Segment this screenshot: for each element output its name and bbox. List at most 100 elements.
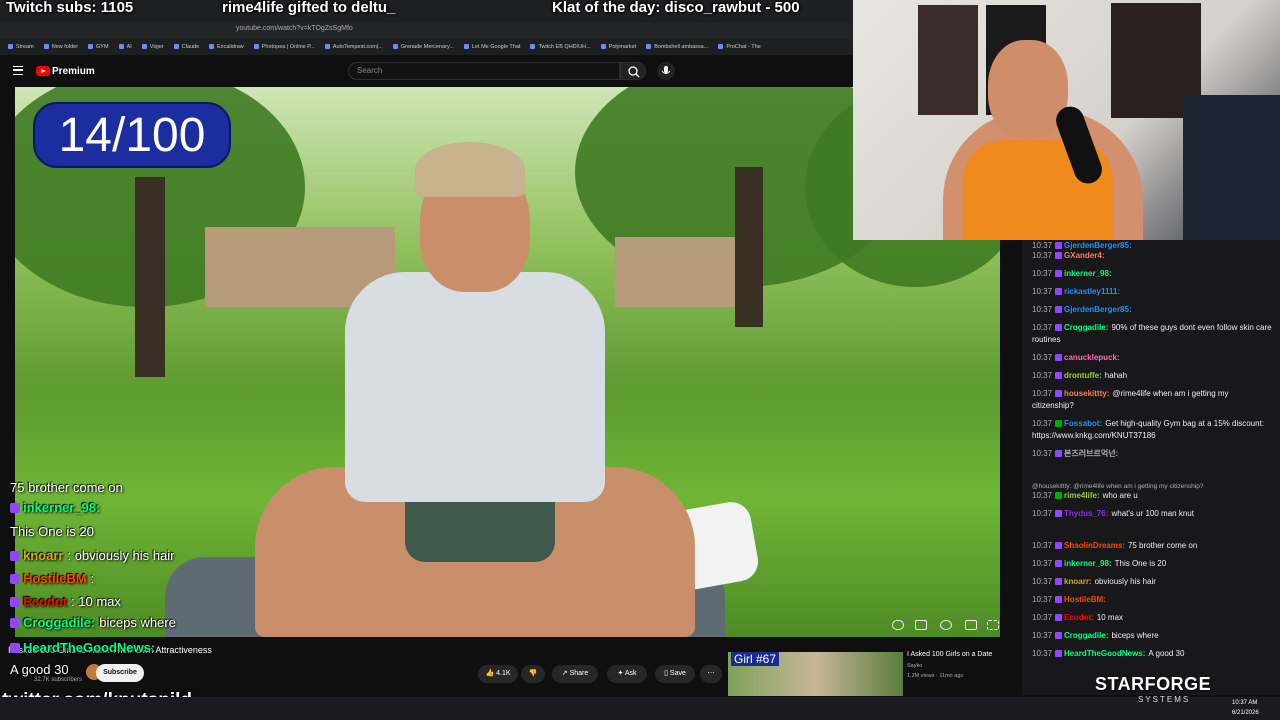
chat-badge-icon bbox=[10, 503, 20, 513]
dislike-button[interactable]: 👎 bbox=[521, 665, 545, 683]
chat-message: 10:37 Croggadile: biceps where bbox=[1032, 630, 1272, 642]
overlay-chat-text: : 10 max bbox=[71, 594, 121, 609]
taskbar bbox=[0, 697, 1280, 720]
chat-message: 10:37 GXander4: bbox=[1032, 250, 1272, 262]
chat-username[interactable]: HostileBM: bbox=[1064, 595, 1106, 604]
search-input[interactable] bbox=[348, 62, 620, 80]
search-button[interactable] bbox=[620, 62, 646, 80]
chat-username[interactable]: HeardTheGoodNews: bbox=[1064, 649, 1145, 658]
chat-badge-icon bbox=[1055, 492, 1063, 499]
chat-badge-icon bbox=[1055, 510, 1063, 517]
chat-username[interactable]: inkerner_98: bbox=[1064, 269, 1112, 278]
shelf bbox=[1183, 95, 1280, 240]
bookmark-item[interactable]: Stream bbox=[8, 44, 34, 50]
overlay-chat-line: 75 brother come on bbox=[10, 480, 123, 495]
chat-text: what's ur 100 man knut bbox=[1111, 509, 1194, 518]
youtube-premium-label[interactable]: Premium bbox=[52, 66, 95, 77]
bookmark-item[interactable]: AutoTempest.com|... bbox=[325, 44, 383, 50]
share-icon: ↗ bbox=[561, 670, 568, 677]
share-button[interactable]: ↗ Share bbox=[552, 665, 598, 683]
sparkle-icon: ✦ bbox=[617, 670, 624, 677]
bookmark-item[interactable]: AI bbox=[119, 44, 132, 50]
chat-timestamp: 10:37 bbox=[1032, 577, 1053, 586]
chat-badge-icon bbox=[1055, 288, 1063, 295]
overlay-chat-text: : obviously his hair bbox=[67, 548, 175, 563]
settings-gear-icon[interactable] bbox=[940, 620, 952, 630]
bookmark-item[interactable]: Photopea | Online P... bbox=[254, 44, 315, 50]
fullscreen-icon[interactable] bbox=[987, 620, 999, 630]
chat-message: 10:37 HostileBM: bbox=[1032, 594, 1272, 606]
chat-username[interactable]: canucklepuck: bbox=[1064, 353, 1120, 362]
youtube-logo-icon[interactable] bbox=[36, 66, 50, 76]
overlay-chat-username: HeardTheGoodNews: bbox=[23, 640, 156, 655]
chat-panel: 10:37 GjerdenBerger85: 10:37 GXander4: 10:37… bbox=[1022, 240, 1280, 665]
voice-search-button[interactable] bbox=[657, 62, 675, 80]
chat-message: 10:37 HeardTheGoodNews: A good 30 bbox=[1032, 648, 1272, 660]
overlay-chat-username: HostileBM bbox=[23, 571, 87, 586]
chat-username[interactable]: Fossabot: bbox=[1064, 419, 1102, 428]
overlay-chat-text: This One is 20 bbox=[10, 524, 94, 539]
recommended-meta: 1.2M views · 11mo ago bbox=[907, 673, 964, 679]
bookmark-item[interactable]: ProChat - The bbox=[718, 44, 760, 50]
subscribe-button[interactable]: Subscribe bbox=[96, 664, 144, 682]
like-count: 4.1K bbox=[496, 670, 511, 677]
chat-username[interactable]: Croggadile: bbox=[1064, 631, 1108, 640]
overlay-chat-username: knoarr bbox=[23, 548, 64, 563]
bookmark-item[interactable]: Viiger bbox=[142, 44, 164, 50]
recommended-channel[interactable]: Sayko bbox=[907, 663, 922, 669]
chat-message: 10:37 inkerner_98: bbox=[1032, 268, 1272, 280]
chat-message: 10:37 GjerdenBerger85: bbox=[1032, 304, 1272, 316]
overlay-chat-username: Ecodot bbox=[23, 594, 68, 609]
overlay-chat-username: Croggadile: bbox=[23, 615, 96, 630]
bookmark-item[interactable]: GYM bbox=[88, 44, 109, 50]
chat-username[interactable]: GjerdenBerger85: bbox=[1064, 241, 1132, 250]
bookmarks-bar: Stream New folder GYM AI Viiger Claude Excalid… bbox=[0, 39, 853, 55]
taskbar-clock-time: 10:37 AM bbox=[1232, 700, 1258, 706]
overlay-chat-username: inkerner_98: bbox=[23, 500, 101, 515]
overlay-chat-line: HeardTheGoodNews: bbox=[10, 640, 159, 655]
microphone-icon bbox=[661, 66, 671, 74]
overlay-chat-line: inkerner_98: bbox=[10, 500, 104, 515]
chat-username[interactable]: Croggadile: bbox=[1064, 323, 1108, 332]
search-placeholder[interactable]: Search bbox=[357, 66, 382, 75]
chat-username[interactable]: drontuffe: bbox=[1064, 371, 1102, 380]
chat-username[interactable]: Thydus_76: bbox=[1064, 509, 1108, 518]
recommended-title[interactable]: I Asked 100 Girls on a Date bbox=[907, 651, 992, 658]
person-cap bbox=[415, 142, 525, 197]
captions-icon[interactable] bbox=[915, 620, 927, 630]
chat-username[interactable]: housekittty: bbox=[1064, 389, 1109, 398]
thumbs-up-icon: 👍 bbox=[485, 670, 495, 677]
overlay-chat-line: Ecodot: 10 max bbox=[10, 594, 121, 609]
ask-button[interactable]: ✦ Ask bbox=[607, 665, 647, 683]
chat-username[interactable]: knoarr: bbox=[1064, 577, 1092, 586]
bookmark-item[interactable]: New folder bbox=[44, 44, 78, 50]
bookmark-item[interactable]: Twitch EB QHD/UH... bbox=[530, 44, 590, 50]
chat-username[interactable]: GXander4: bbox=[1064, 251, 1104, 260]
like-button[interactable]: 👍 4.1K bbox=[478, 665, 518, 683]
chat-username[interactable]: ShaolinDreams: bbox=[1064, 541, 1125, 550]
chat-username[interactable]: 본즈러브르억넌: bbox=[1064, 449, 1118, 458]
chat-username[interactable]: Ecodot: bbox=[1064, 613, 1094, 622]
autoplay-toggle-icon[interactable] bbox=[892, 620, 904, 630]
chat-timestamp: 10:37 bbox=[1032, 613, 1053, 622]
url-text[interactable]: youtube.com/watch?v=kTOgZsSgMfo bbox=[236, 25, 353, 32]
chat-message: 10:37 ShaolinDreams: 75 brother come on bbox=[1032, 540, 1272, 552]
chat-username[interactable]: inkerner_98: bbox=[1064, 559, 1112, 568]
chat-username[interactable]: rime4life: bbox=[1064, 491, 1100, 500]
address-bar[interactable]: youtube.com/watch?v=kTOgZsSgMfo bbox=[0, 23, 853, 39]
save-button[interactable]: ▯ Save bbox=[655, 665, 695, 683]
bookmark-item[interactable]: Claude bbox=[174, 44, 199, 50]
more-actions-button[interactable]: ⋯ bbox=[700, 665, 722, 683]
chat-username[interactable]: rickastley1111: bbox=[1064, 287, 1120, 296]
bookmark-item[interactable]: Polymarket bbox=[601, 44, 637, 50]
bookmark-item[interactable]: Grenade Mercenary... bbox=[393, 44, 454, 50]
miniplayer-icon[interactable] bbox=[965, 620, 977, 630]
chat-timestamp: 10:37 bbox=[1032, 631, 1053, 640]
hamburger-menu-icon[interactable] bbox=[13, 66, 23, 75]
bookmark-item[interactable]: Let Me Google That bbox=[464, 44, 521, 50]
chat-username[interactable]: GjerdenBerger85: bbox=[1064, 305, 1132, 314]
bookmark-item[interactable]: Excalidraw bbox=[209, 44, 244, 50]
person-shirt bbox=[345, 272, 605, 502]
chat-badge-icon bbox=[1055, 632, 1063, 639]
bookmark-item[interactable]: Bombshell ambassa... bbox=[646, 44, 708, 50]
